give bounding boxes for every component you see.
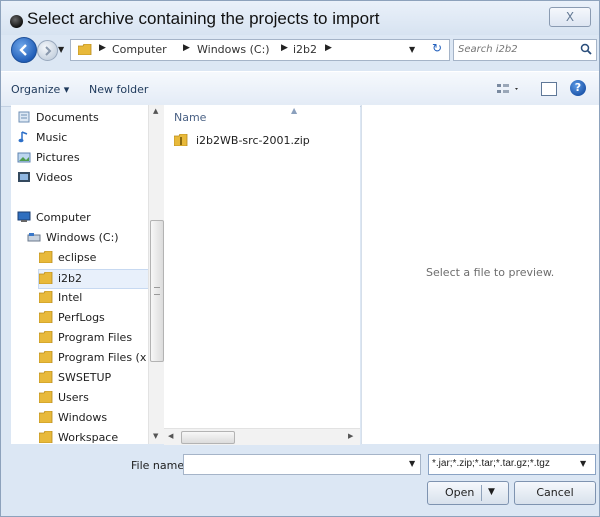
file-name-label: File name: <box>131 459 188 472</box>
computer-icon <box>17 211 31 223</box>
search-input[interactable] <box>458 42 568 57</box>
title-bar[interactable]: Select archive containing the projects t… <box>1 1 599 35</box>
new-folder-button[interactable]: New folder <box>89 83 148 96</box>
open-button[interactable]: Open ▼ <box>427 481 509 505</box>
scrollbar-thumb[interactable] <box>150 220 164 362</box>
sidebar-item-label: Users <box>58 391 89 404</box>
breadcrumb-separator-icon[interactable]: ▶ <box>99 43 106 53</box>
sidebar-item-label: Windows (C:) <box>46 231 119 244</box>
sidebar-item-label: SWSETUP <box>58 371 112 384</box>
preview-pane: Select a file to preview. <box>361 105 599 444</box>
forward-arrow-icon <box>45 46 52 56</box>
breadcrumb-separator-icon[interactable]: ▶ <box>325 43 332 53</box>
file-name: i2b2WB-src-2001.zip <box>196 134 310 147</box>
breadcrumb-separator-icon[interactable]: ▶ <box>183 43 190 53</box>
pictures-library-icon <box>17 151 31 163</box>
file-row[interactable]: i2b2WB-src-2001.zip <box>174 131 354 149</box>
sidebar-item-label: Videos <box>36 171 73 184</box>
back-button[interactable] <box>11 37 37 63</box>
folder-icon <box>38 370 53 384</box>
preview-message: Select a file to preview. <box>426 266 555 279</box>
folder-icon <box>38 330 53 344</box>
videos-library-icon <box>17 171 31 183</box>
search-icon[interactable] <box>580 43 592 55</box>
sidebar-item-label: Documents <box>36 111 99 124</box>
file-list-horizontal-scrollbar[interactable]: ◀ ▶ <box>164 428 360 445</box>
organize-button[interactable]: Organize ▾ <box>11 83 69 96</box>
folder-icon <box>38 390 53 404</box>
folder-icon <box>38 410 53 424</box>
file-list-pane[interactable]: Name ▲ i2b2WB-src-2001.zip <box>164 105 360 428</box>
breadcrumb-i2b2[interactable]: i2b2 <box>293 43 317 56</box>
sidebar-item-label: Intel <box>58 291 83 304</box>
address-bar[interactable]: ▶ Computer ▶ Windows (C:) ▶ i2b2 ▶ <box>70 39 450 61</box>
chevron-down-icon[interactable]: ▼ <box>580 459 586 468</box>
change-view-button[interactable] <box>496 81 522 97</box>
folder-icon <box>38 350 53 364</box>
sidebar-item-label: PerfLogs <box>58 311 105 324</box>
breadcrumb-separator-icon[interactable]: ▶ <box>281 43 288 53</box>
folder-icon <box>38 430 53 444</box>
refresh-icon: ↻ <box>431 41 443 55</box>
documents-library-icon <box>17 111 31 123</box>
breadcrumb-computer[interactable]: Computer <box>112 43 167 56</box>
breadcrumb-windows-c[interactable]: Windows (C:) <box>197 43 270 56</box>
file-type-select[interactable]: *.jar;*.zip;*.tar;*.tar.gz;*.tgz ▼ <box>428 454 596 475</box>
app-icon <box>10 15 23 28</box>
column-header-name[interactable]: Name <box>174 111 206 124</box>
preview-pane-button[interactable] <box>541 82 557 96</box>
folder-icon <box>38 290 53 304</box>
window-title: Select archive containing the projects t… <box>27 9 380 28</box>
command-toolbar: Organize ▾ New folder ? <box>1 71 599 107</box>
music-library-icon <box>17 131 31 143</box>
sidebar-item-label: Workspace <box>58 431 119 444</box>
file-type-value: *.jar;*.zip;*.tar;*.tar.gz;*.tgz <box>432 458 550 469</box>
view-options-icon <box>497 84 518 93</box>
sidebar-item-label: Program Files <box>58 331 133 344</box>
close-button[interactable]: X <box>549 7 591 27</box>
back-arrow-icon <box>19 44 27 56</box>
scroll-left-arrow-icon[interactable]: ◀ <box>168 432 173 440</box>
sidebar-item[interactable]: i2b2 <box>38 269 150 289</box>
open-button-label: Open <box>445 486 475 499</box>
folder-icon <box>38 271 53 285</box>
open-options-dropdown-icon[interactable]: ▼ <box>488 487 495 497</box>
scrollbar-grip-icon <box>154 287 160 295</box>
drive-icon <box>27 231 41 243</box>
sidebar-item-label: Music <box>36 131 68 144</box>
sidebar-item-label: Pictures <box>36 151 80 164</box>
split-divider <box>481 485 482 501</box>
file-name-combobox[interactable]: ▼ <box>183 454 421 475</box>
sidebar-item-label: i2b2 <box>58 272 83 285</box>
help-button[interactable]: ? <box>570 80 586 96</box>
zip-archive-icon <box>174 134 188 146</box>
search-box[interactable] <box>453 39 597 61</box>
file-dialog-window: Select archive containing the projects t… <box>0 0 600 517</box>
file-name-input[interactable] <box>187 457 397 471</box>
folder-icon <box>38 250 53 264</box>
sidebar-item-label: Computer <box>36 211 91 224</box>
sort-ascending-icon: ▲ <box>291 106 298 115</box>
scroll-down-arrow-icon[interactable]: ▼ <box>153 432 158 440</box>
cancel-button[interactable]: Cancel <box>514 481 596 505</box>
sidebar-item-label: Windows <box>58 411 108 424</box>
sidebar-item-label: Program Files (x <box>58 351 147 364</box>
navigation-pane[interactable]: Documents Music Pictures Videos Computer Wind… <box>11 105 163 444</box>
folder-icon <box>38 310 53 324</box>
refresh-button[interactable]: ↻ <box>427 41 447 58</box>
chevron-down-icon[interactable]: ▼ <box>409 459 415 468</box>
sidebar-item-label: eclipse <box>58 251 97 264</box>
address-history-dropdown[interactable]: ▼ <box>409 45 415 54</box>
scroll-up-arrow-icon[interactable]: ▲ <box>153 107 158 115</box>
recent-locations-dropdown[interactable]: ▼ <box>58 45 64 54</box>
folder-icon <box>78 44 92 55</box>
scrollbar-thumb[interactable] <box>181 431 235 444</box>
scroll-right-arrow-icon[interactable]: ▶ <box>348 432 353 440</box>
forward-button[interactable] <box>37 40 58 61</box>
navigation-pane-vertical-scrollbar[interactable]: ▲ ▼ <box>148 105 164 444</box>
